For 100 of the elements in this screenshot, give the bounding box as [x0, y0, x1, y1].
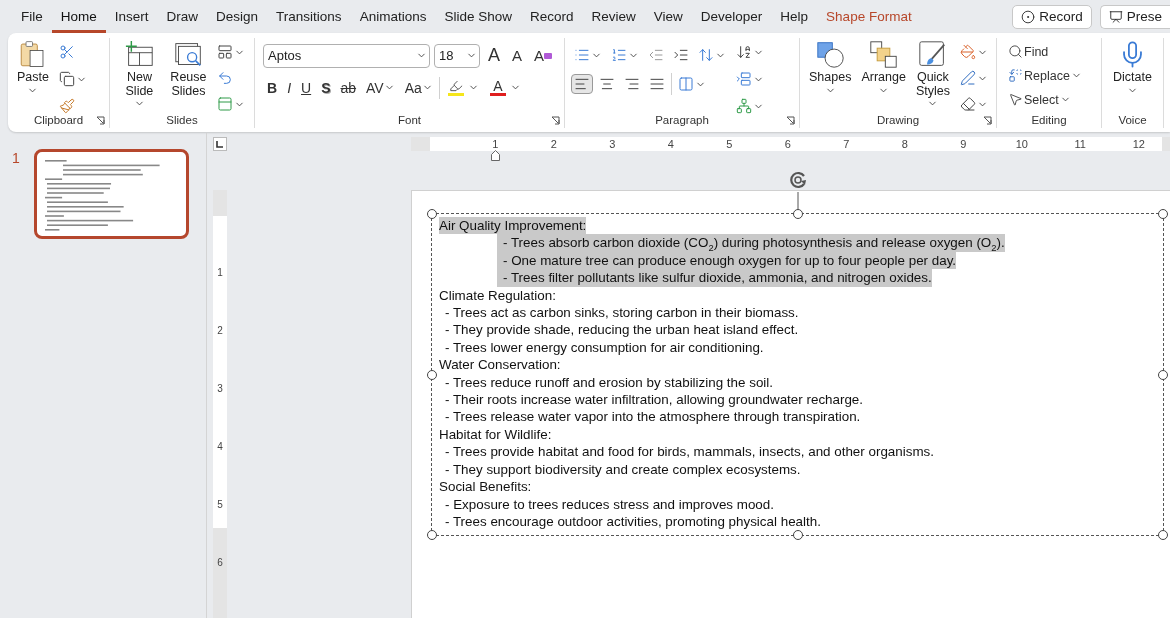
ruler-number: 4: [666, 138, 675, 150]
ruler-number: 8: [900, 138, 909, 150]
arrange-icon: [869, 40, 899, 69]
increase-indent-icon: [673, 47, 689, 63]
layout-icon: [217, 44, 233, 60]
new-slide-icon: [124, 40, 154, 69]
ribbon-tab[interactable]: Record: [520, 0, 583, 33]
tab-selector[interactable]: [213, 137, 227, 151]
font-color-button[interactable]: A: [483, 76, 524, 99]
align-left-button[interactable]: [571, 74, 593, 94]
ruler-number: 11: [1073, 138, 1087, 150]
font-size-field[interactable]: 18: [434, 43, 480, 68]
shapes-button[interactable]: Shapes: [806, 40, 855, 96]
quick-styles-button[interactable]: Quick Styles: [912, 40, 953, 113]
presentation-icon: [1108, 9, 1123, 24]
ruler-number: 10: [1014, 138, 1029, 150]
columns-icon: [678, 76, 694, 92]
arrange-button[interactable]: Arrange: [858, 40, 909, 96]
italic-button[interactable]: I: [283, 77, 295, 98]
ruler-number: 5: [725, 138, 734, 150]
replace-button[interactable]: Replace: [1005, 66, 1101, 85]
group-label: Editing: [1030, 113, 1068, 128]
section-heading: Habitat for Wildlife:: [439, 425, 552, 444]
ruler-number: 1: [217, 265, 223, 280]
resize-handle[interactable]: [427, 209, 437, 219]
ruler-number: 5: [217, 497, 223, 512]
numbered-list-icon: [611, 47, 627, 63]
indent-marker-icon[interactable]: [491, 150, 500, 161]
ruler-number: 6: [217, 555, 223, 570]
text-direction-icon: [736, 44, 752, 60]
group-label: Font: [397, 113, 422, 128]
reuse-slides-icon: [173, 40, 203, 69]
dialog-launcher-icon[interactable]: [983, 116, 992, 125]
bullet-text: - They provide shade, reducing the urban heat island effect.: [445, 321, 799, 339]
tab-stop-icon: [216, 141, 223, 148]
spacing-button[interactable]: AV: [362, 77, 399, 98]
group-label: Slides: [165, 113, 199, 128]
bullet-text: - Trees filter pollutants like sulfur dioxide, ammonia, and nitrogen oxides.: [497, 269, 932, 287]
find-button[interactable]: Find: [1005, 42, 1101, 61]
ribbon-tab[interactable]: Review: [582, 0, 645, 33]
clear-formatting-button[interactable]: A: [530, 45, 557, 66]
ribbon-tab[interactable]: Insert: [105, 0, 158, 33]
resize-handle[interactable]: [1158, 209, 1168, 219]
ribbon-tab[interactable]: File: [12, 0, 52, 33]
pen-icon: [959, 70, 976, 86]
dictate-button[interactable]: Dictate: [1110, 40, 1155, 96]
grow-font-button[interactable]: A: [484, 43, 504, 68]
resize-handle[interactable]: [1158, 530, 1168, 540]
decrease-indent-icon: [648, 47, 664, 63]
ruler-number: 9: [959, 138, 968, 150]
underline-button[interactable]: U: [297, 77, 316, 98]
case-button[interactable]: Aa: [400, 77, 437, 98]
align-left-icon: [574, 76, 590, 92]
smartart-icon: [736, 98, 752, 114]
shadow-button[interactable]: S: [317, 77, 335, 98]
align-text-icon: [736, 71, 752, 87]
dialog-launcher-icon[interactable]: [786, 116, 795, 125]
ribbon-tab[interactable]: Design: [207, 0, 268, 33]
resize-handle[interactable]: [427, 369, 437, 380]
resize-handle[interactable]: [792, 209, 803, 219]
bold-button[interactable]: B: [263, 77, 282, 98]
bullet-text: - Trees encourage outdoor activities, promoting physical health.: [445, 512, 821, 531]
copy-icon: [58, 71, 75, 87]
bullet-text: - Exposure to trees reduces stress and improves mood.: [445, 495, 774, 513]
resize-handle[interactable]: [792, 530, 803, 540]
quick-styles-icon: [918, 40, 948, 69]
reuse-slides-button[interactable]: Reuse Slides: [166, 40, 210, 98]
slide-thumbnail[interactable]: [33, 149, 189, 239]
select-button[interactable]: Select: [1005, 90, 1101, 109]
shapes-icon: [815, 40, 845, 69]
search-icon: [1008, 44, 1023, 59]
group-label: Paragraph: [654, 113, 710, 128]
align-justify-icon: [649, 76, 665, 92]
ribbon-tab[interactable]: View: [644, 0, 692, 33]
effects-icon: [959, 96, 976, 112]
strike-button[interactable]: ab: [336, 77, 361, 98]
bullet-text: - Their roots increase water infiltration, allowing groundwater recharge.: [445, 391, 864, 409]
ribbon-tab[interactable]: Developer: [691, 0, 772, 33]
highlighter-icon: [448, 79, 463, 93]
ribbon-tab[interactable]: Animations: [350, 0, 436, 33]
new-slide-button[interactable]: New Slide: [116, 40, 163, 113]
present-button[interactable]: Prese: [1099, 4, 1170, 29]
ribbon-tab[interactable]: Slide Show: [435, 0, 521, 33]
shrink-font-button[interactable]: A: [508, 45, 527, 66]
dialog-launcher-icon[interactable]: [96, 116, 105, 125]
bullet-text: - Trees release water vapor into the atmosphere through transpiration.: [445, 408, 861, 426]
font-name-field[interactable]: Aptos: [263, 43, 430, 68]
ribbon-tab[interactable]: Draw: [157, 0, 208, 33]
ribbon-tab[interactable]: Help: [771, 0, 818, 33]
bullet-text: - Trees provide habitat and food for birds, mammals, insects, and other organisms.: [445, 443, 934, 461]
slide-number: 1: [12, 149, 20, 168]
ribbon-tab[interactable]: Shape Format: [817, 0, 921, 33]
ribbon-tab[interactable]: Transitions: [267, 0, 351, 33]
paste-button[interactable]: Paste: [14, 40, 52, 96]
record-button[interactable]: Record: [1012, 4, 1092, 29]
resize-handle[interactable]: [427, 530, 437, 540]
group-label: Drawing: [875, 113, 921, 128]
line-spacing-icon: [698, 47, 714, 63]
resize-handle[interactable]: [1158, 369, 1168, 380]
dialog-launcher-icon[interactable]: [551, 116, 560, 125]
